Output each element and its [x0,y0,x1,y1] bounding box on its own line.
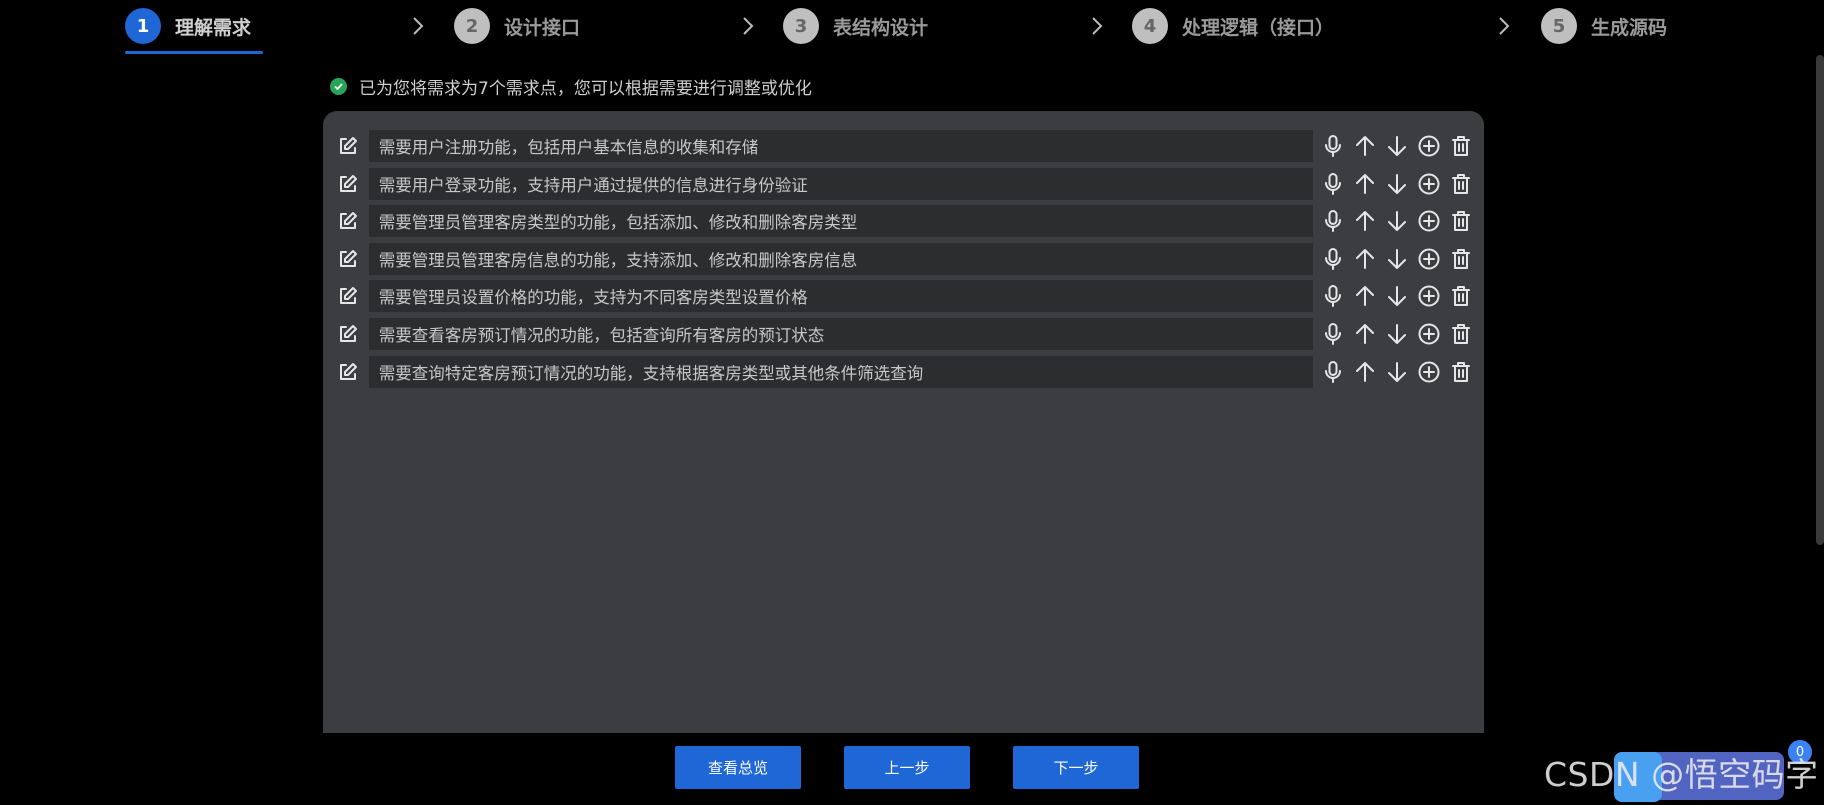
microphone-icon[interactable] [1319,357,1347,387]
trash-icon[interactable] [1447,244,1475,274]
add-circle-icon[interactable] [1415,206,1443,236]
add-circle-icon[interactable] [1415,244,1443,274]
arrow-down-icon[interactable] [1383,319,1411,349]
page-scrollbar[interactable] [1816,55,1824,545]
requirement-input[interactable]: 需要查看客房预订情况的功能，包括查询所有客房的预订状态 [368,318,1313,350]
active-step-underline [125,51,263,54]
row-actions [1319,319,1475,349]
edit-icon[interactable] [335,283,361,309]
step-3-label: 表结构设计 [833,16,929,39]
requirement-row: 需要管理员管理客房信息的功能，支持添加、修改和删除客房信息 [335,242,1475,276]
requirement-input[interactable]: 需要管理员设置价格的功能，支持为不同客房类型设置价格 [368,280,1313,313]
step-5[interactable]: 5 生成源码 [1541,8,1667,44]
edit-icon[interactable] [335,359,361,385]
chevron-right-icon [734,12,762,40]
trash-icon[interactable] [1447,319,1475,349]
arrow-up-icon[interactable] [1351,169,1379,199]
requirements-panel: 需要用户注册功能，包括用户基本信息的收集和存储 需要用户登录功能，支持用户通过提… [323,111,1484,733]
requirement-row: 需要管理员管理客房类型的功能，包括添加、修改和删除客房类型 [335,204,1475,238]
step-5-number: 5 [1541,8,1577,44]
add-circle-icon[interactable] [1415,169,1443,199]
step-4[interactable]: 4 处理逻辑（接口） [1132,8,1334,44]
arrow-down-icon[interactable] [1383,244,1411,274]
step-5-label: 生成源码 [1591,16,1668,39]
arrow-up-icon[interactable] [1351,281,1379,311]
microphone-icon[interactable] [1319,319,1347,349]
edit-icon[interactable] [335,133,361,159]
next-step-button[interactable]: 下一步 [1013,746,1139,789]
result-hint: 已为您将需求为7个需求点，您可以根据需要进行调整或优化 [330,74,812,99]
step-1-label: 理解需求 [175,16,252,39]
requirement-input[interactable]: 需要用户注册功能，包括用户基本信息的收集和存储 [368,130,1313,162]
requirement-input[interactable]: 需要管理员管理客房信息的功能，支持添加、修改和删除客房信息 [368,242,1313,275]
requirement-input[interactable]: 需要用户登录功能，支持用户通过提供的信息进行身份验证 [368,167,1313,200]
step-4-number: 4 [1132,8,1168,44]
trash-icon[interactable] [1447,131,1475,161]
arrow-down-icon[interactable] [1383,281,1411,311]
requirement-input[interactable]: 需要查询特定客房预订情况的功能，支持根据客房类型或其他条件筛选查询 [368,355,1313,388]
edit-icon[interactable] [335,208,361,234]
chevron-right-icon [404,12,432,40]
arrow-up-icon[interactable] [1351,206,1379,236]
step-2-number: 2 [454,8,490,44]
arrow-up-icon[interactable] [1351,131,1379,161]
steps-bar: 1 理解需求 2 设计接口 3 表结构设计 4 处理逻辑（接口） 5 生成源码 [0,0,1824,56]
arrow-up-icon[interactable] [1351,244,1379,274]
arrow-up-icon[interactable] [1351,357,1379,387]
arrow-up-icon[interactable] [1351,319,1379,349]
edit-icon[interactable] [335,321,361,347]
add-circle-icon[interactable] [1415,319,1443,349]
row-actions [1319,206,1475,236]
arrow-down-icon[interactable] [1383,169,1411,199]
microphone-icon[interactable] [1319,131,1347,161]
microphone-icon[interactable] [1319,169,1347,199]
requirement-row: 需要查看客房预订情况的功能，包括查询所有客房的预订状态 [335,317,1475,351]
requirement-row: 需要管理员设置价格的功能，支持为不同客房类型设置价格 [335,279,1475,313]
step-3[interactable]: 3 表结构设计 [783,8,928,44]
edit-icon[interactable] [335,171,361,197]
trash-icon[interactable] [1447,206,1475,236]
row-actions [1319,131,1475,161]
step-2-label: 设计接口 [504,16,581,39]
prev-step-button[interactable]: 上一步 [844,746,970,789]
arrow-down-icon[interactable] [1383,206,1411,236]
trash-icon[interactable] [1447,357,1475,387]
step-3-number: 3 [783,8,819,44]
chevron-right-icon [1490,12,1518,40]
check-circle-icon [330,78,347,95]
edit-icon[interactable] [335,246,361,272]
step-4-label: 处理逻辑（接口） [1182,16,1335,39]
hint-text: 已为您将需求为7个需求点，您可以根据需要进行调整或优化 [359,79,812,99]
chevron-right-icon [1083,12,1111,40]
row-actions [1319,281,1475,311]
microphone-icon[interactable] [1319,206,1347,236]
step-2[interactable]: 2 设计接口 [454,8,580,44]
trash-icon[interactable] [1447,169,1475,199]
watermark: CSDN @悟空码字 [1544,755,1819,794]
requirement-row: 需要用户登录功能，支持用户通过提供的信息进行身份验证 [335,167,1475,201]
row-actions [1319,169,1475,199]
requirement-row: 需要用户注册功能，包括用户基本信息的收集和存储 [335,129,1475,163]
overview-button[interactable]: 查看总览 [675,746,801,789]
add-circle-icon[interactable] [1415,281,1443,311]
row-actions [1319,244,1475,274]
arrow-down-icon[interactable] [1383,131,1411,161]
row-actions [1319,357,1475,387]
add-circle-icon[interactable] [1415,357,1443,387]
requirement-row: 需要查询特定客房预订情况的功能，支持根据客房类型或其他条件筛选查询 [335,355,1475,389]
arrow-down-icon[interactable] [1383,357,1411,387]
requirement-input[interactable]: 需要管理员管理客房类型的功能，包括添加、修改和删除客房类型 [368,205,1313,238]
trash-icon[interactable] [1447,281,1475,311]
microphone-icon[interactable] [1319,244,1347,274]
step-1-number: 1 [125,8,161,44]
microphone-icon[interactable] [1319,281,1347,311]
step-1[interactable]: 1 理解需求 [125,8,251,44]
add-circle-icon[interactable] [1415,131,1443,161]
